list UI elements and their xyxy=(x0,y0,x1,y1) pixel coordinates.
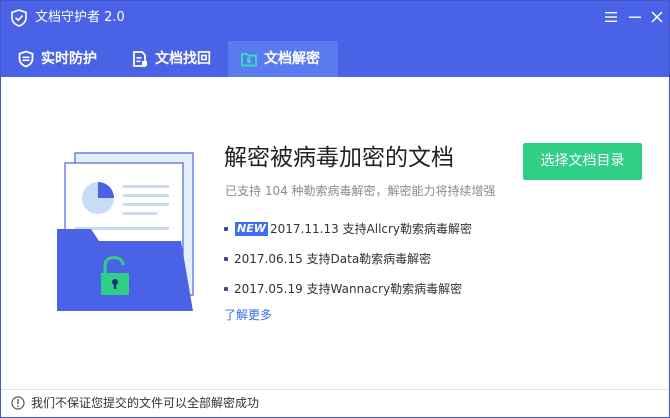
title-bar[interactable]: 文档守护者 2.0 xyxy=(1,1,669,37)
news-text: 2017.05.19 支持Wannacry勒索病毒解密 xyxy=(234,282,463,296)
select-folder-button[interactable]: 选择文档目录 xyxy=(523,143,642,180)
menu-icon[interactable] xyxy=(601,7,621,27)
encrypted-document-illustration xyxy=(57,152,194,311)
news-text: 2017.11.13 支持Allcry勒索病毒解密 xyxy=(270,222,473,236)
bullet xyxy=(224,287,228,291)
bullet xyxy=(224,227,228,231)
tab-realtime-protection[interactable]: 实时防护 xyxy=(5,41,111,77)
minimize-icon[interactable] xyxy=(625,7,645,27)
bullet xyxy=(224,257,228,261)
unlock-folder-icon xyxy=(241,53,257,67)
shield-check-icon xyxy=(11,9,27,27)
main-title: 解密被病毒加密的文档 xyxy=(224,145,454,171)
tab-document-recovery[interactable]: 文档找回 xyxy=(119,41,227,77)
disclaimer-text: 我们不保证您提交的文件可以全部解密成功 xyxy=(31,396,260,410)
close-icon[interactable] xyxy=(647,7,667,27)
header: 文档守护者 2.0 实时防护 文档找回 文档解密 xyxy=(1,1,669,77)
learn-more-link[interactable]: 了解更多 xyxy=(224,307,272,323)
tab-label: 实时防护 xyxy=(41,51,97,67)
app-title: 文档守护者 2.0 xyxy=(35,10,125,25)
app-window: 文档守护者 2.0 实时防护 文档找回 文档解密 解密被病毒加密的文档 已支持 … xyxy=(0,0,670,418)
sub-title: 已支持 104 种勒索病毒解密，解密能力将持续增强 xyxy=(225,184,496,198)
tab-label: 文档找回 xyxy=(155,51,211,67)
tab-label: 文档解密 xyxy=(264,51,320,67)
news-text: 2017.06.15 支持Data勒索病毒解密 xyxy=(234,252,432,266)
tab-document-decrypt[interactable]: 文档解密 xyxy=(228,41,338,77)
new-badge: NEW xyxy=(235,222,268,236)
shield-icon xyxy=(18,50,34,68)
info-icon xyxy=(11,396,25,410)
document-restore-icon xyxy=(133,51,147,67)
footer: 我们不保证您提交的文件可以全部解密成功 xyxy=(1,389,669,417)
